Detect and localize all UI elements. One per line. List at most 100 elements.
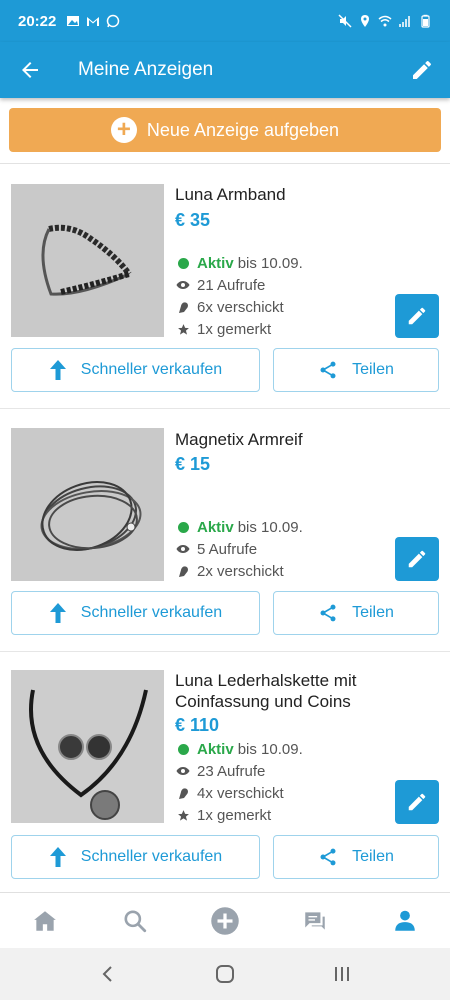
- new-ad-label: Neue Anzeige aufgeben: [146, 119, 340, 140]
- edit-mode-button[interactable]: [394, 42, 450, 98]
- system-recents-button[interactable]: [317, 954, 367, 994]
- listing-photo[interactable]: [11, 428, 164, 581]
- recents-icon: [334, 967, 349, 981]
- listing-photo[interactable]: [11, 184, 164, 337]
- status-badge: Aktiv: [197, 740, 234, 758]
- arrow-up-icon: [49, 360, 66, 380]
- share-label: Teilen: [352, 848, 394, 865]
- send-icon: [178, 301, 188, 313]
- system-back-button[interactable]: [83, 954, 133, 994]
- sell-faster-label: Schneller verkaufen: [80, 361, 223, 378]
- share-button[interactable]: Teilen: [273, 348, 439, 392]
- necklace-photo: [11, 670, 164, 823]
- status-badge: Aktiv: [197, 254, 234, 272]
- system-home-button[interactable]: [200, 954, 250, 994]
- active-dot-icon: [177, 521, 189, 533]
- home-icon: [34, 910, 56, 931]
- active-dot-icon: [177, 743, 189, 755]
- listing-title[interactable]: Luna Lederhalskette mit Coinfassung und …: [175, 670, 440, 712]
- views-count: 23 Aufrufe: [197, 762, 266, 780]
- bangle-photo: [11, 428, 164, 581]
- share-icon: [320, 361, 336, 379]
- listing-title[interactable]: Magnetix Armreif: [175, 429, 440, 450]
- star-icon: [177, 809, 189, 821]
- gmail-icon: [87, 17, 100, 26]
- listing-price: € 15: [175, 454, 211, 474]
- eye-icon: [176, 767, 190, 775]
- edit-listing-button[interactable]: [395, 780, 439, 824]
- battery-icon: [421, 14, 430, 28]
- status-until: bis 10.09.: [237, 740, 303, 758]
- listing-card: Luna Lederhalskette mit Coinfassung und …: [0, 652, 450, 892]
- views-line: 5 Aufrufe: [175, 539, 257, 559]
- pencil-icon: [413, 60, 431, 79]
- nav-messages[interactable]: [270, 893, 360, 948]
- listing-card: Magnetix Armreif € 15 Aktiv bis 10.09. 5…: [0, 409, 450, 652]
- sell-faster-button[interactable]: Schneller verkaufen: [11, 591, 260, 635]
- new-ad-button[interactable]: + Neue Anzeige aufgeben: [9, 108, 441, 152]
- add-icon: [211, 906, 239, 935]
- search-icon: [124, 909, 147, 932]
- pencil-icon: [408, 793, 426, 811]
- sell-faster-label: Schneller verkaufen: [80, 604, 223, 621]
- system-navigation: [0, 948, 450, 1000]
- sent-line: 6x verschickt: [175, 297, 284, 317]
- new-ad-section: + Neue Anzeige aufgeben: [0, 98, 450, 164]
- active-dot-icon: [177, 257, 189, 269]
- share-button[interactable]: Teilen: [273, 591, 439, 635]
- status-until: bis 10.09.: [237, 518, 303, 536]
- chevron-left-icon: [102, 966, 113, 982]
- sent-count: 6x verschickt: [197, 298, 284, 316]
- sent-count: 2x verschickt: [197, 562, 284, 580]
- listing-photo[interactable]: [11, 670, 164, 823]
- send-icon: [178, 787, 188, 799]
- pencil-icon: [408, 307, 426, 325]
- profile-icon: [395, 910, 415, 931]
- eye-icon: [176, 281, 190, 289]
- share-label: Teilen: [352, 604, 394, 621]
- saved-line: 1x gemerkt: [175, 805, 271, 825]
- edit-listing-button[interactable]: [395, 537, 439, 581]
- sell-faster-button[interactable]: Schneller verkaufen: [11, 835, 260, 879]
- app-bar: Meine Anzeigen: [0, 42, 450, 98]
- home-square-icon: [215, 965, 234, 983]
- sell-faster-label: Schneller verkaufen: [80, 848, 223, 865]
- status-until: bis 10.09.: [237, 254, 303, 272]
- whatsapp-icon: [107, 14, 120, 28]
- nav-home[interactable]: [0, 893, 90, 948]
- listing-title[interactable]: Luna Armband: [175, 184, 440, 205]
- nav-add[interactable]: [180, 893, 270, 948]
- listing-price: € 110: [175, 715, 220, 735]
- saved-count: 1x gemerkt: [197, 806, 272, 824]
- location-icon: [361, 15, 369, 27]
- views-count: 21 Aufrufe: [197, 276, 266, 294]
- status-line: Aktiv bis 10.09.: [175, 517, 303, 537]
- views-count: 5 Aufrufe: [197, 540, 258, 558]
- status-line: Aktiv bis 10.09.: [175, 253, 303, 273]
- send-icon: [178, 565, 188, 577]
- status-badge: Aktiv: [197, 518, 234, 536]
- status-bar: 20:22: [0, 0, 450, 42]
- saved-count: 1x gemerkt: [197, 320, 272, 338]
- share-icon: [320, 848, 336, 866]
- back-button[interactable]: [0, 42, 60, 98]
- sent-line: 2x verschickt: [175, 561, 284, 581]
- sent-count: 4x verschickt: [197, 784, 284, 802]
- signal-icon: [399, 16, 410, 27]
- mute-icon: [338, 14, 352, 28]
- sent-line: 4x verschickt: [175, 783, 284, 803]
- messages-icon: [305, 911, 325, 930]
- sell-faster-button[interactable]: Schneller verkaufen: [11, 348, 260, 392]
- eye-icon: [176, 545, 190, 553]
- arrow-up-icon: [49, 847, 66, 867]
- plus-circle-icon: +: [110, 117, 137, 143]
- nav-profile[interactable]: [360, 893, 450, 948]
- share-icon: [320, 604, 336, 622]
- edit-listing-button[interactable]: [395, 294, 439, 338]
- share-button[interactable]: Teilen: [273, 835, 439, 879]
- arrow-left-icon: [22, 62, 38, 78]
- nav-search[interactable]: [90, 893, 180, 948]
- pencil-icon: [408, 550, 426, 568]
- status-line: Aktiv bis 10.09.: [175, 739, 303, 759]
- listing-card: Luna Armband € 35 Aktiv bis 10.09. 21 Au…: [0, 164, 450, 409]
